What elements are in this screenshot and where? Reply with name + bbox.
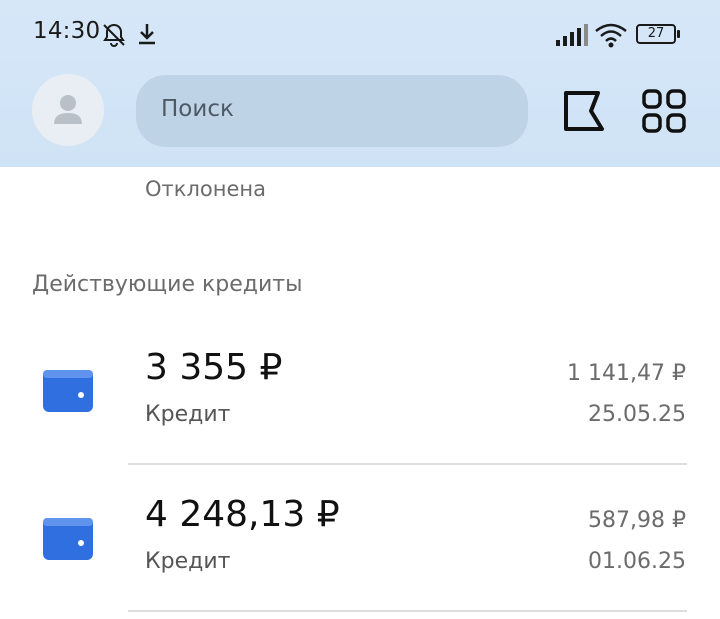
wifi-icon — [595, 23, 627, 48]
avatar[interactable] — [32, 74, 104, 146]
divider — [128, 463, 687, 465]
battery-cap — [677, 30, 680, 38]
credit-payment: 587,98 ₽ — [588, 508, 686, 533]
credit-kind: Кредит — [145, 402, 231, 427]
bell-off-icon — [103, 23, 125, 48]
section-title: Действующие кредиты — [32, 272, 303, 297]
download-icon — [139, 24, 155, 45]
top-header: 14:30 27 Поиск — [0, 0, 720, 167]
grid-icon[interactable] — [642, 89, 686, 133]
battery-level: 27 — [647, 26, 665, 41]
battery-icon: 27 — [636, 24, 676, 44]
credit-amount: 4 248,13 ₽ — [145, 494, 340, 535]
credit-payment: 1 141,47 ₽ — [567, 361, 686, 386]
previous-item-status: Отклонена — [145, 177, 266, 201]
status-time: 14:30 — [33, 18, 101, 44]
search-placeholder: Поиск — [161, 96, 234, 122]
wallet-icon — [43, 518, 93, 560]
credit-amount: 3 355 ₽ — [145, 347, 283, 388]
flag-icon[interactable] — [562, 89, 606, 133]
search-input[interactable]: Поиск — [136, 75, 528, 147]
credit-item[interactable]: 3 355 ₽ Кредит 1 141,47 ₽ 25.05.25 — [0, 318, 720, 465]
wallet-icon — [43, 370, 93, 412]
divider — [128, 610, 687, 612]
avatar-icon — [54, 95, 82, 124]
credit-kind: Кредит — [145, 549, 231, 574]
signal-icon — [556, 24, 588, 46]
credit-item[interactable]: 4 248,13 ₽ Кредит 587,98 ₽ 01.06.25 — [0, 466, 720, 613]
credit-date: 01.06.25 — [588, 549, 686, 574]
credit-date: 25.05.25 — [588, 402, 686, 427]
